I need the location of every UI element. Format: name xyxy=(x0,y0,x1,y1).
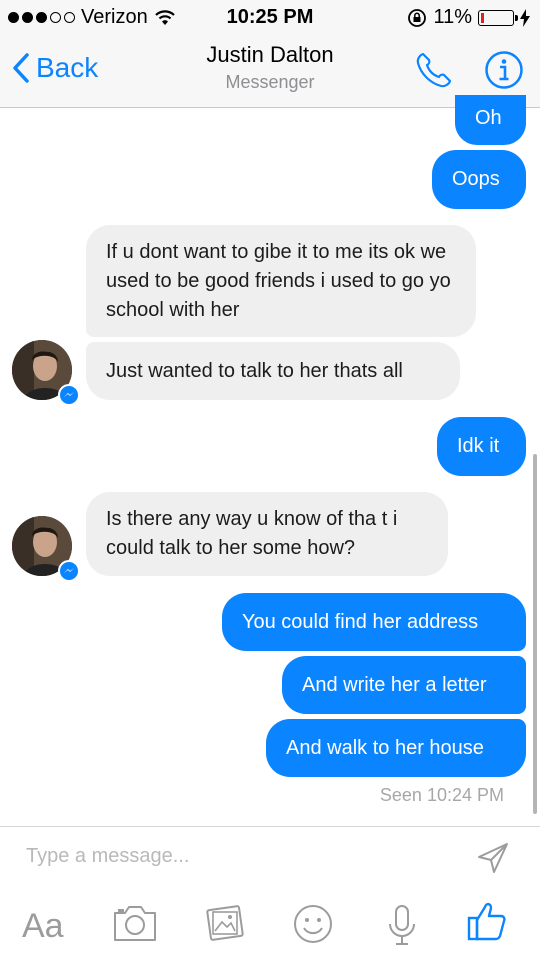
outgoing-message[interactable]: Idk it xyxy=(437,417,526,476)
messenger-badge-icon xyxy=(58,384,80,406)
status-bar: Verizon 10:25 PM 11% xyxy=(0,0,540,36)
charging-bolt-icon xyxy=(520,8,530,27)
info-icon[interactable] xyxy=(484,50,524,90)
incoming-message[interactable]: If u dont want to gibe it to me its ok w… xyxy=(86,225,476,337)
like-thumbs-up-icon[interactable] xyxy=(466,899,508,943)
camera-icon[interactable] xyxy=(112,903,158,943)
rotation-lock-icon xyxy=(408,8,427,27)
photo-gallery-icon[interactable] xyxy=(204,903,246,943)
contact-avatar[interactable] xyxy=(12,340,80,406)
scrollbar[interactable] xyxy=(533,454,537,814)
send-icon[interactable] xyxy=(476,841,510,875)
messenger-badge-icon xyxy=(58,560,80,582)
outgoing-message[interactable]: Oops xyxy=(432,150,526,209)
incoming-message[interactable]: Is there any way u know of tha t i could… xyxy=(86,492,448,576)
text-tool-button[interactable]: Aa xyxy=(22,907,64,946)
outgoing-message[interactable]: You could find her address xyxy=(222,593,526,651)
seen-status: Seen 10:24 PM xyxy=(379,785,504,805)
incoming-message[interactable]: Just wanted to talk to her thats all xyxy=(86,342,460,400)
outgoing-message[interactable]: And walk to her house xyxy=(266,719,526,777)
battery-percent: 11% xyxy=(433,6,472,28)
composer-toolbar: Aa xyxy=(0,897,540,957)
message-input[interactable]: Type a message... xyxy=(26,845,189,868)
outgoing-message[interactable]: Oh xyxy=(455,95,526,145)
battery-icon xyxy=(478,9,518,26)
emoji-icon[interactable] xyxy=(292,903,334,945)
app-subtitle: Messenger xyxy=(225,72,315,92)
composer: Type a message... Aa xyxy=(0,826,540,960)
phone-call-icon[interactable] xyxy=(414,50,454,90)
contact-avatar[interactable] xyxy=(12,516,80,582)
microphone-icon[interactable] xyxy=(386,903,418,947)
contact-name[interactable]: Justin Dalton xyxy=(0,42,540,68)
outgoing-message[interactable]: And write her a letter xyxy=(282,656,526,714)
